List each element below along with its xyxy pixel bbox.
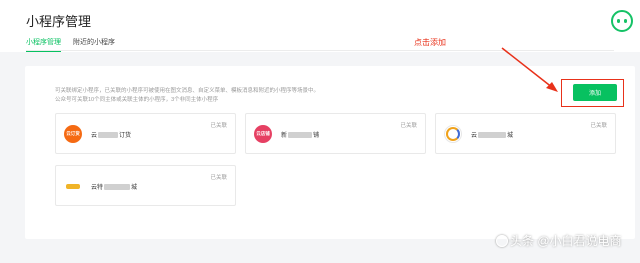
watermark: 头条 @小白君说电商: [496, 232, 622, 249]
watermark-logo-icon: [496, 235, 508, 247]
watermark-text: 头条 @小白君说电商: [510, 234, 622, 248]
annotation-arrow-icon: [501, 47, 558, 92]
